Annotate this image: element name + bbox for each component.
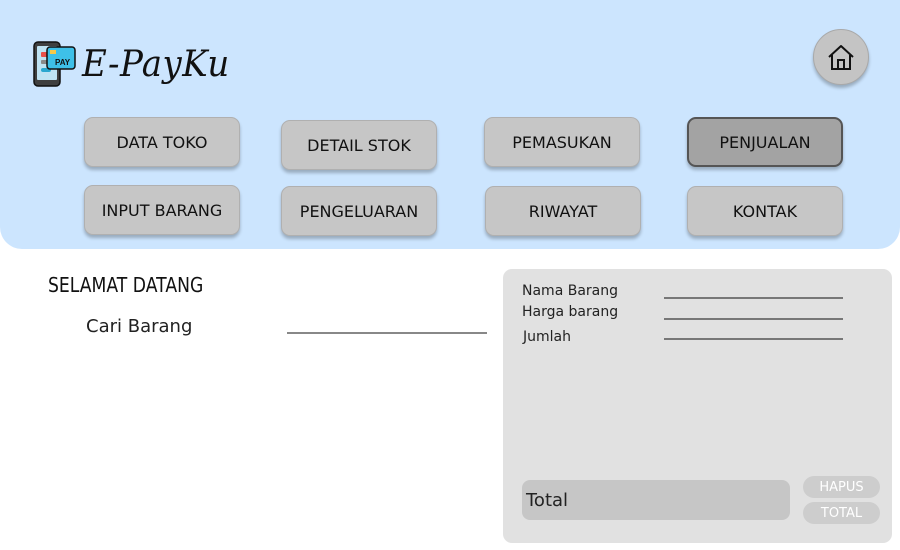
total-button[interactable]: TOTAL — [803, 502, 880, 524]
jumlah-input[interactable] — [664, 322, 843, 340]
harga-barang-input[interactable] — [664, 302, 843, 320]
header: PAY E-PayKu DATA TOKO DETAIL STOK PEMASU… — [0, 0, 900, 249]
welcome-heading: SELAMAT DATANG — [48, 273, 204, 297]
nav-pengeluaran-button[interactable]: PENGELUARAN — [281, 186, 437, 236]
hapus-button[interactable]: HAPUS — [803, 476, 880, 498]
nav-data-toko-button[interactable]: DATA TOKO — [84, 117, 240, 167]
total-label: Total — [526, 489, 569, 511]
home-icon — [828, 45, 854, 70]
payment-phone-icon: PAY — [33, 41, 76, 87]
svg-text:PAY: PAY — [55, 58, 71, 67]
nama-barang-label: Nama Barang — [522, 283, 618, 299]
jumlah-label: Jumlah — [523, 329, 571, 345]
nav-pemasukan-button[interactable]: PEMASUKAN — [484, 117, 640, 167]
search-input[interactable] — [287, 312, 487, 334]
total-display: Total — [522, 480, 790, 520]
nav-detail-stok-button[interactable]: DETAIL STOK — [281, 120, 437, 170]
sales-form-panel: Nama Barang Harga barang Jumlah Total HA… — [503, 269, 892, 543]
search-label: Cari Barang — [86, 316, 193, 337]
nav-penjualan-button[interactable]: PENJUALAN — [687, 117, 843, 167]
home-button[interactable] — [813, 29, 869, 85]
nav-riwayat-button[interactable]: RIWAYAT — [485, 186, 641, 236]
app-name: E-PayKu — [82, 42, 230, 86]
nav-input-barang-button[interactable]: INPUT BARANG — [84, 185, 240, 235]
nama-barang-input[interactable] — [664, 281, 843, 299]
nav-kontak-button[interactable]: KONTAK — [687, 186, 843, 236]
harga-barang-label: Harga barang — [522, 304, 619, 320]
